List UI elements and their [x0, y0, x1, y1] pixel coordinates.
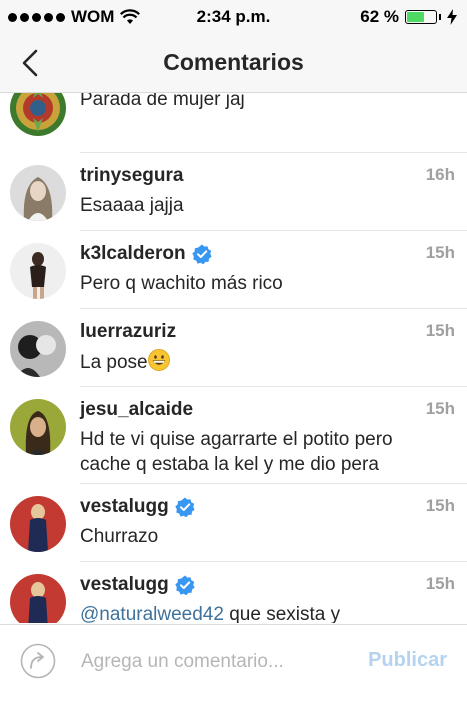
comment-username[interactable]: vestalugg — [80, 574, 195, 596]
comment-text: Esaaaa jajja — [80, 195, 184, 216]
share-arrow-icon[interactable] — [20, 643, 56, 679]
comment-item: vestalugg Churrazo 15h — [0, 484, 467, 562]
comment-item: vestalugg @naturalweed42 que sexista y 1… — [0, 562, 467, 623]
comment-time: 15h — [425, 574, 455, 593]
comment-username[interactable]: k3lcalderon — [80, 243, 212, 265]
avatar[interactable] — [10, 399, 66, 455]
comment-username[interactable]: trinysegura — [80, 165, 183, 187]
comment-time: 16h — [425, 165, 455, 184]
verified-badge-icon — [175, 575, 195, 595]
comment-text: La pose — [80, 349, 447, 375]
publish-button[interactable]: Publicar — [368, 649, 447, 672]
comment-time: 15h — [425, 496, 455, 515]
comment-list[interactable]: naturalweed42 Parada de mujer jaj 16h tr… — [0, 93, 467, 623]
avatar[interactable] — [10, 165, 66, 221]
grinning-face-emoji-icon — [147, 349, 170, 371]
comment-text: Pero q wachito más rico — [80, 273, 283, 294]
comment-composer: Publicar — [0, 624, 467, 701]
status-bar: WOM 2:34 p.m. 62 % — [0, 0, 467, 34]
comment-time: 15h — [425, 321, 455, 340]
mention-link[interactable]: @naturalweed42 — [80, 604, 224, 623]
comment-text: Churrazo — [80, 526, 159, 547]
comment-text: @naturalweed42 que sexista y — [80, 604, 341, 623]
avatar[interactable] — [10, 93, 66, 136]
charging-icon — [447, 9, 457, 25]
navigation-header: Comentarios — [0, 34, 467, 93]
battery-percent: 62 % — [360, 7, 399, 26]
battery-area: 62 % — [360, 7, 457, 27]
comment-time: 15h — [425, 243, 455, 262]
comment-item: trinysegura Esaaaa jajja 16h — [0, 153, 467, 231]
verified-badge-icon — [191, 244, 212, 264]
avatar[interactable] — [10, 321, 66, 377]
comment-text: Parada de mujer jaj — [80, 93, 245, 110]
avatar[interactable] — [10, 496, 66, 552]
comment-item: jesu_alcaide Hd te vi quise agarrarte el… — [0, 387, 467, 484]
comment-username[interactable]: jesu_alcaide — [80, 399, 193, 421]
battery-icon — [405, 10, 437, 24]
comment-time: 15h — [425, 399, 455, 418]
comment-item: naturalweed42 Parada de mujer jaj 16h — [0, 93, 467, 153]
verified-badge-icon — [175, 497, 195, 517]
comment-item: luerrazuriz La pose 15h — [0, 309, 467, 387]
avatar[interactable] — [10, 574, 66, 623]
comment-username[interactable]: luerrazuriz — [80, 321, 176, 343]
page-title: Comentarios — [163, 49, 304, 75]
comment-input[interactable] — [81, 649, 331, 675]
comment-text: Hd te vi quise agarrarte el potito pero … — [80, 429, 393, 475]
comment-username[interactable]: vestalugg — [80, 496, 195, 518]
avatar[interactable] — [10, 243, 66, 299]
comment-item: k3lcalderon Pero q wachito más rico 15h — [0, 231, 467, 309]
